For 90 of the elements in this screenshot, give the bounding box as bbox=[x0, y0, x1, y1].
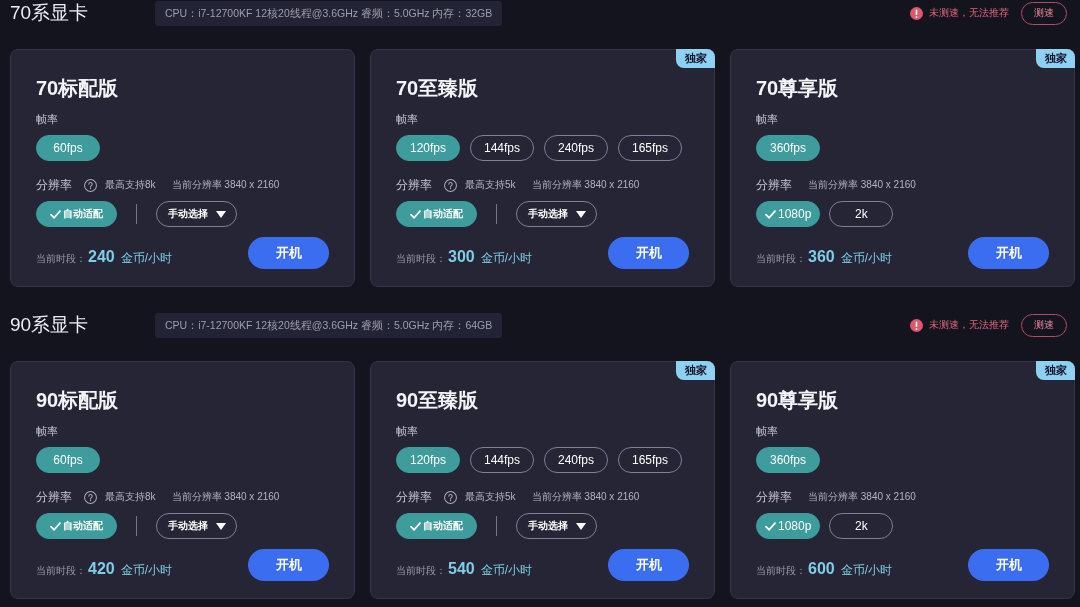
current-resolution-text: 当前分辨率 3840 x 2160 bbox=[171, 178, 280, 192]
field-label: 帧率 bbox=[756, 112, 778, 127]
price-label: 当前时段： bbox=[396, 252, 446, 266]
max-support-text: 最高支持8k bbox=[105, 490, 156, 504]
price-label: 当前时段： bbox=[756, 564, 806, 578]
fps-option[interactable]: 120fps bbox=[396, 447, 460, 473]
max-support-text: 最高支持5k bbox=[465, 178, 516, 192]
caret-icon bbox=[575, 522, 586, 530]
price-value: 600 bbox=[808, 560, 835, 578]
help-icon[interactable] bbox=[444, 490, 457, 504]
start-button[interactable]: 开机 bbox=[248, 237, 329, 269]
start-button[interactable]: 开机 bbox=[608, 237, 689, 269]
check-icon bbox=[765, 209, 776, 219]
resolution-option[interactable]: 1080p bbox=[756, 201, 821, 227]
help-icon[interactable] bbox=[84, 178, 97, 192]
resolution-option[interactable]: 自动适配 bbox=[396, 201, 477, 227]
warning-icon bbox=[910, 318, 923, 332]
resolution-option[interactable]: 自动适配 bbox=[396, 513, 477, 539]
current-resolution-text: 当前分辨率 3840 x 2160 bbox=[808, 178, 916, 192]
notice-text: 未测速，无法推荐 bbox=[929, 318, 1009, 332]
current-resolution-text: 当前分辨率 3840 x 2160 bbox=[808, 490, 916, 504]
start-button[interactable]: 开机 bbox=[248, 549, 329, 581]
section-title: 90系显卡 bbox=[10, 313, 90, 337]
price-value: 540 bbox=[448, 560, 475, 578]
price-unit: 金币/小时 bbox=[840, 562, 893, 579]
price-value: 240 bbox=[88, 248, 115, 266]
field-label: 帧率 bbox=[396, 112, 418, 127]
exclusive-badge: 独家 bbox=[1036, 49, 1075, 68]
specs-bar: CPU：i7-12700KF 12核20线程@3.6GHz 睿频：5.0GHz 内存：32GB bbox=[155, 0, 503, 26]
plan-title: 90标配版 bbox=[36, 388, 119, 413]
price-unit: 金币/小时 bbox=[480, 562, 533, 579]
plan-title: 70标配版 bbox=[36, 76, 119, 101]
fps-option[interactable]: 360fps bbox=[756, 447, 820, 473]
section-title: 70系显卡 bbox=[10, 1, 90, 25]
caret-icon bbox=[215, 522, 226, 530]
check-icon bbox=[410, 209, 421, 219]
fps-option[interactable]: 60fps bbox=[36, 135, 100, 161]
field-label: 分辨率 bbox=[396, 488, 432, 506]
exclusive-badge: 独家 bbox=[676, 361, 715, 380]
price-unit: 金币/小时 bbox=[840, 250, 893, 267]
current-resolution-text: 当前分辨率 3840 x 2160 bbox=[531, 178, 640, 192]
fps-option[interactable]: 360fps bbox=[756, 135, 820, 161]
max-support-text: 最高支持8k bbox=[105, 178, 156, 192]
max-support-text: 最高支持5k bbox=[465, 490, 516, 504]
field-label: 分辨率 bbox=[396, 176, 432, 194]
price-label: 当前时段： bbox=[36, 252, 86, 266]
price-value: 360 bbox=[808, 248, 835, 266]
current-resolution-text: 当前分辨率 3840 x 2160 bbox=[171, 490, 280, 504]
start-button[interactable]: 开机 bbox=[968, 549, 1049, 581]
field-label: 分辨率 bbox=[36, 176, 72, 194]
caret-icon bbox=[575, 210, 586, 218]
caret-icon bbox=[215, 210, 226, 218]
check-icon bbox=[50, 209, 61, 219]
start-button[interactable]: 开机 bbox=[968, 237, 1049, 269]
price-value: 420 bbox=[88, 560, 115, 578]
field-label: 帧率 bbox=[396, 424, 418, 439]
field-label: 帧率 bbox=[36, 112, 58, 127]
plan-title: 70尊享版 bbox=[756, 76, 839, 101]
check-icon bbox=[410, 521, 421, 531]
price-value: 300 bbox=[448, 248, 475, 266]
plan-title: 90至臻版 bbox=[396, 388, 479, 413]
plan-title: 90尊享版 bbox=[756, 388, 839, 413]
warning-icon bbox=[910, 6, 923, 20]
check-icon bbox=[50, 521, 61, 531]
price-label: 当前时段： bbox=[396, 564, 446, 578]
resolution-option[interactable]: 1080p bbox=[756, 513, 821, 539]
field-label: 帧率 bbox=[36, 424, 58, 439]
field-label: 分辨率 bbox=[756, 176, 792, 194]
fps-option[interactable]: 120fps bbox=[396, 135, 460, 161]
start-button[interactable]: 开机 bbox=[608, 549, 689, 581]
price-label: 当前时段： bbox=[756, 252, 806, 266]
price-unit: 金币/小时 bbox=[120, 250, 173, 267]
notice-text: 未测速，无法推荐 bbox=[929, 6, 1009, 20]
resolution-option[interactable]: 自动适配 bbox=[36, 201, 117, 227]
field-label: 帧率 bbox=[756, 424, 778, 439]
field-label: 分辨率 bbox=[756, 488, 792, 506]
price-unit: 金币/小时 bbox=[120, 562, 173, 579]
exclusive-badge: 独家 bbox=[1036, 361, 1075, 380]
field-label: 分辨率 bbox=[36, 488, 72, 506]
plan-title: 70至臻版 bbox=[396, 76, 479, 101]
fps-option[interactable]: 60fps bbox=[36, 447, 100, 473]
price-label: 当前时段： bbox=[36, 564, 86, 578]
check-icon bbox=[765, 521, 776, 531]
price-unit: 金币/小时 bbox=[480, 250, 533, 267]
current-resolution-text: 当前分辨率 3840 x 2160 bbox=[531, 490, 640, 504]
resolution-option[interactable]: 自动适配 bbox=[36, 513, 117, 539]
help-icon[interactable] bbox=[444, 178, 457, 192]
specs-bar: CPU：i7-12700KF 12核20线程@3.6GHz 睿频：5.0GHz 内存：64GB bbox=[155, 312, 503, 338]
help-icon[interactable] bbox=[84, 490, 97, 504]
exclusive-badge: 独家 bbox=[676, 49, 715, 68]
